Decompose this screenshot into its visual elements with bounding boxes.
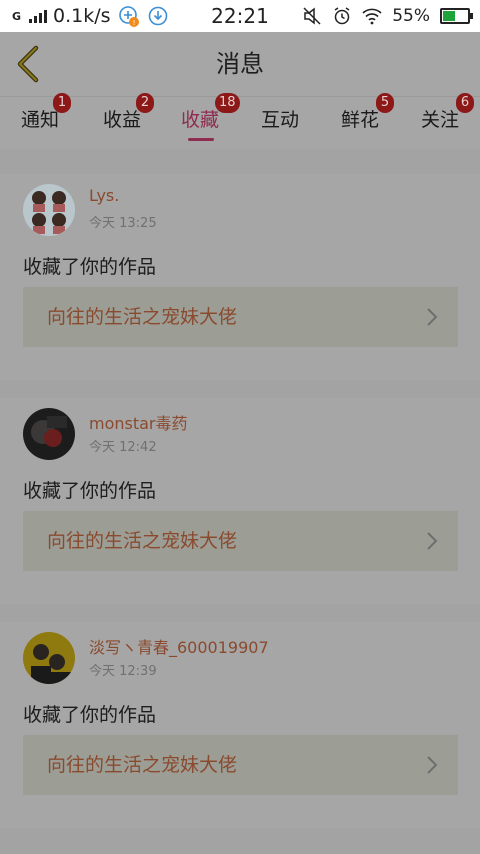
action-text: 收藏了你的作品 <box>23 256 157 278</box>
user-name[interactable]: Lys. <box>89 186 119 205</box>
status-bar: G 0.1k/s ! 22:21 55% <box>0 0 480 32</box>
tab-badge: 6 <box>456 93 474 113</box>
mute-icon <box>303 7 321 25</box>
favorite-card: monstar毒药 今天 12:42 收藏了你的作品 向往的生活之宠妹大佬 <box>0 398 480 604</box>
work-title: 向往的生活之宠妹大佬 <box>47 754 238 776</box>
tab-flowers[interactable]: 鲜花 5 <box>320 93 400 149</box>
wifi-icon <box>362 8 382 25</box>
work-link[interactable]: 向往的生活之宠妹大佬 <box>23 735 458 795</box>
back-arrow-icon[interactable] <box>14 44 44 84</box>
timestamp: 今天 12:39 <box>89 664 157 679</box>
avatar-image <box>23 408 75 460</box>
header-bar: 消息 <box>0 32 480 96</box>
battery-icon <box>440 8 473 24</box>
favorite-card: 淡写ヽ青春_600019907 今天 12:39 收藏了你的作品 向往的生活之宠… <box>0 622 480 828</box>
user-name[interactable]: 淡写ヽ青春_600019907 <box>89 634 269 658</box>
work-title: 向往的生活之宠妹大佬 <box>47 530 238 552</box>
sync-notification-icon: ! <box>118 6 139 27</box>
battery-percent: 55% <box>392 6 430 26</box>
work-link[interactable]: 向往的生活之宠妹大佬 <box>23 511 458 571</box>
battery-level <box>443 11 456 21</box>
tab-badge: 18 <box>215 93 240 113</box>
page-title: 消息 <box>216 50 264 78</box>
tab-label: 互动 <box>260 109 299 131</box>
tab-follows[interactable]: 关注 6 <box>400 93 480 149</box>
download-notification-icon <box>148 6 167 26</box>
message-tabs: 通知 1 收益 2 收藏 18 互动 鲜花 5 关注 6 <box>0 93 480 149</box>
user-name[interactable]: monstar毒药 <box>89 410 188 434</box>
status-left: G 0.1k/s ! <box>12 0 169 32</box>
chevron-right-icon <box>427 532 438 550</box>
timestamp: 今天 13:25 <box>89 216 157 231</box>
tab-badge: 2 <box>136 93 154 113</box>
tab-favorites[interactable]: 收藏 18 <box>160 93 240 149</box>
avatar[interactable] <box>23 408 75 460</box>
favorite-card: Lys. 今天 13:25 收藏了你的作品 向往的生活之宠妹大佬 <box>0 174 480 380</box>
tab-badge: 1 <box>53 93 71 113</box>
action-text: 收藏了你的作品 <box>23 480 157 502</box>
tab-notifications[interactable]: 通知 1 <box>0 93 80 149</box>
avatar-image <box>23 632 75 684</box>
chevron-right-icon <box>427 756 438 774</box>
tab-interactions[interactable]: 互动 <box>240 97 320 149</box>
alarm-icon <box>334 7 350 25</box>
work-link[interactable]: 向往的生活之宠妹大佬 <box>23 287 458 347</box>
avatar-image <box>23 184 75 236</box>
chevron-right-icon <box>427 308 438 326</box>
tab-badge: 5 <box>376 93 394 113</box>
action-text: 收藏了你的作品 <box>23 704 157 726</box>
tab-earnings[interactable]: 收益 2 <box>82 93 162 149</box>
timestamp: 今天 12:42 <box>89 440 157 455</box>
avatar[interactable] <box>23 184 75 236</box>
network-type: G <box>12 9 22 23</box>
status-right: 55% <box>302 0 473 32</box>
avatar[interactable] <box>23 632 75 684</box>
svg-text:!: ! <box>132 19 135 27</box>
signal-icon <box>29 9 48 23</box>
work-title: 向往的生活之宠妹大佬 <box>47 306 238 328</box>
active-tab-indicator <box>188 138 214 141</box>
network-speed: 0.1k/s <box>53 5 111 27</box>
